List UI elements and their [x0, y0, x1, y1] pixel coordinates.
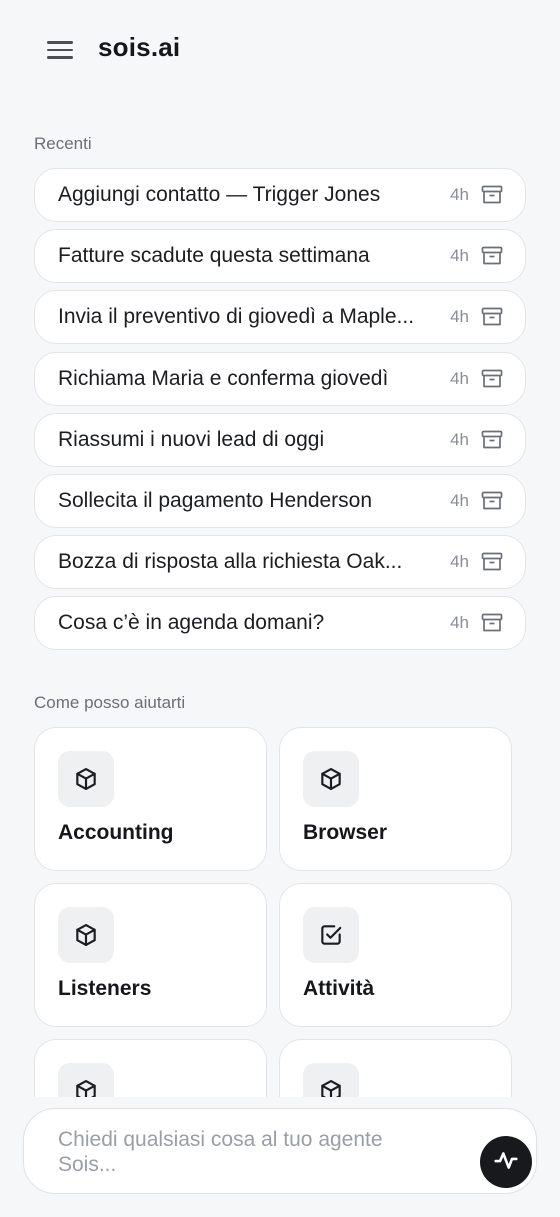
archive-icon[interactable] [481, 369, 503, 389]
recent-item[interactable]: Invia il preventivo di giovedì a Maple..… [34, 290, 526, 345]
recent-item-title: Riassumi i nuovi lead di oggi [58, 427, 325, 451]
card-attivita[interactable]: Attività [279, 883, 512, 1027]
recent-item[interactable]: Fatture scadute questa settimana 4h [34, 229, 526, 284]
recent-item[interactable]: Bozza di risposta alla richiesta Oak... … [34, 535, 526, 590]
recent-item-time: 4h [450, 246, 469, 266]
app-header: sois.ai [0, 0, 560, 100]
recents-label: Recenti [34, 134, 92, 153]
composer [23, 1108, 537, 1194]
archive-icon[interactable] [481, 307, 503, 327]
card-partial[interactable] [34, 1039, 267, 1097]
recent-item-title: Fatture scadute questa settimana [58, 244, 370, 268]
recent-item[interactable]: Sollecita il pagamento Henderson 4h [34, 473, 526, 528]
recent-item-time: 4h [450, 307, 469, 327]
cube-icon [58, 907, 114, 963]
cube-icon [58, 1063, 114, 1097]
recent-item-time: 4h [450, 552, 469, 572]
recent-item-title: Richiama Maria e conferma giovedì [58, 366, 389, 390]
recent-item[interactable]: Richiama Maria e conferma giovedì 4h [34, 351, 526, 406]
help-cards-grid: Accounting Browser Listeners Attività [34, 727, 514, 1097]
recent-item-title: Bozza di risposta alla richiesta Oak... [58, 550, 403, 574]
cube-icon [303, 751, 359, 807]
card-label: Browser [303, 821, 388, 844]
card-label: Attività [303, 977, 375, 1000]
recent-item-time: 4h [450, 185, 469, 204]
card-listeners[interactable]: Listeners [34, 883, 267, 1027]
recent-item-time: 4h [450, 613, 469, 633]
cube-icon [58, 751, 114, 807]
help-section-label: Come posso aiutarti [34, 693, 186, 712]
archive-icon[interactable] [481, 491, 503, 511]
prompt-input[interactable] [58, 1127, 438, 1179]
card-accounting[interactable]: Accounting [34, 727, 267, 871]
recent-item-title: Aggiungi contatto — Trigger Jones [58, 183, 381, 206]
app-title: sois.ai [98, 32, 181, 62]
recents-list: Aggiungi contatto — Trigger Jones 4h Fat… [34, 168, 526, 658]
recent-item-title: Cosa c’è in agenda domani? [58, 611, 325, 635]
archive-icon[interactable] [481, 185, 503, 205]
card-browser[interactable]: Browser [279, 727, 512, 871]
hamburger-menu-icon[interactable] [46, 38, 74, 62]
recent-item[interactable]: Riassumi i nuovi lead di oggi 4h [34, 412, 526, 467]
recent-item[interactable]: Aggiungi contatto — Trigger Jones 4h [34, 168, 526, 222]
archive-icon[interactable] [481, 246, 503, 266]
card-label: Listeners [58, 977, 152, 1000]
checkbox-icon [303, 907, 359, 963]
recent-item-title: Invia il preventivo di giovedì a Maple..… [58, 305, 415, 329]
archive-icon[interactable] [481, 613, 503, 633]
archive-icon[interactable] [481, 430, 503, 450]
help-cards-scroll[interactable]: Accounting Browser Listeners Attività [34, 727, 514, 1097]
archive-icon[interactable] [481, 552, 503, 572]
activity-wave-icon [493, 1147, 519, 1178]
cube-icon [303, 1063, 359, 1097]
recent-item-time: 4h [450, 490, 469, 510]
card-label: Accounting [58, 821, 174, 844]
card-partial[interactable] [279, 1039, 512, 1097]
send-button[interactable] [480, 1136, 532, 1188]
recent-item[interactable]: Cosa c’è in agenda domani? 4h [34, 596, 526, 651]
recent-item-time: 4h [450, 429, 469, 449]
recent-item-time: 4h [450, 368, 469, 388]
recent-item-title: Sollecita il pagamento Henderson [58, 488, 373, 512]
